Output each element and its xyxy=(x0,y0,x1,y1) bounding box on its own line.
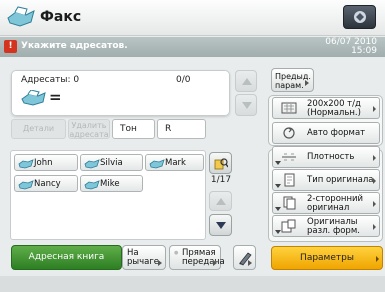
arrow-right-icon xyxy=(373,106,376,112)
previous-settings-button[interactable]: Предыд. парам. xyxy=(271,68,314,92)
contact-name: Nancy xyxy=(34,179,61,189)
fax-destination-icon xyxy=(21,90,46,106)
delete-destination-button[interactable]: Удалить адресата xyxy=(68,119,110,139)
date-time: 06/07 2010 15:09 xyxy=(325,38,377,56)
details-label: Детали xyxy=(22,124,55,133)
contact-name: Mike xyxy=(100,179,120,189)
options-button[interactable] xyxy=(233,245,256,270)
page-indicator: 1/17 xyxy=(210,175,232,185)
expand-indicator-icon xyxy=(275,230,281,234)
resolution-button[interactable]: 200x200 т/д (Нормальн.) xyxy=(272,97,380,119)
destination-scroll-down-button[interactable] xyxy=(235,94,257,116)
fax-contact-icon xyxy=(84,180,100,190)
destination-display: Адресаты: 0 0/0 = xyxy=(11,70,230,116)
arrow-right-icon xyxy=(373,201,376,207)
arrow-down-icon xyxy=(216,222,226,229)
title-bar: Факс xyxy=(0,0,385,36)
fax-icon xyxy=(7,6,35,27)
expand-indicator-icon xyxy=(275,184,281,188)
status-monitor-button[interactable] xyxy=(343,5,376,29)
different-sizes-icon xyxy=(281,219,296,233)
parameters-button[interactable]: Параметры xyxy=(271,246,383,270)
fax-contact-icon xyxy=(18,159,34,169)
arrow-up-icon xyxy=(216,198,226,205)
message-bar: ! Укажите адресатов. 06/07 2010 15:09 xyxy=(0,37,385,57)
density-button[interactable]: Плотность xyxy=(272,146,380,168)
arrow-right-icon xyxy=(248,260,252,266)
two-sided-original-button[interactable]: 2-сторонний оригинал xyxy=(272,192,380,214)
fax-contact-icon xyxy=(18,180,34,190)
arrow-right-icon xyxy=(373,224,376,230)
arrow-up-icon xyxy=(242,78,252,85)
auto-format-button[interactable]: Авто формат xyxy=(272,122,380,144)
contact-name: Mark xyxy=(165,158,186,168)
resolution-line2: (Нормальн.) xyxy=(307,108,361,118)
different-size-originals-button[interactable]: Оригиналы разл. форм. xyxy=(272,215,380,237)
density-icon xyxy=(282,153,296,161)
fax-contact-icon xyxy=(84,159,100,169)
book-search-icon xyxy=(214,158,228,170)
density-label: Плотность xyxy=(307,152,355,162)
list-scroll-down-button[interactable] xyxy=(209,214,232,236)
warning-icon: ! xyxy=(4,40,17,53)
contact-name: John xyxy=(34,158,53,168)
original-type-icon xyxy=(284,173,295,187)
arrow-right-icon xyxy=(305,80,309,86)
address-book-button[interactable]: Адресная книга xyxy=(11,245,122,270)
arrow-right-icon xyxy=(213,260,217,266)
different-sizes-line2: разл. форм. xyxy=(307,226,360,236)
time: 15:09 xyxy=(351,46,377,56)
screen: Факс ! Укажите адресатов. 06/07 2010 15:… xyxy=(0,0,385,292)
fax-contact-icon xyxy=(149,159,165,169)
equals-sign: = xyxy=(49,88,62,106)
two-sided-icon xyxy=(283,196,296,210)
address-list: John Silvia Mark Nancy Mike xyxy=(10,150,206,240)
arrow-right-icon xyxy=(373,155,376,161)
app-title: Факс xyxy=(40,9,82,25)
r-button[interactable]: R xyxy=(157,119,206,139)
arrow-right-icon xyxy=(158,260,162,266)
contact-button[interactable]: Mike xyxy=(80,175,143,192)
destination-count: 0/0 xyxy=(176,75,191,85)
arrow-down-icon xyxy=(242,102,252,109)
bottom-bar xyxy=(0,276,385,292)
destination-scroll-up-button[interactable] xyxy=(235,70,257,92)
status-monitor-icon xyxy=(354,11,366,23)
arrow-right-icon xyxy=(376,256,379,262)
contact-button[interactable]: Nancy xyxy=(14,175,78,192)
list-scroll-up-button[interactable] xyxy=(209,191,232,211)
tone-button[interactable]: Тон xyxy=(112,119,155,139)
expand-indicator-icon xyxy=(275,161,281,165)
delete-label-line1: Удалить xyxy=(71,121,107,130)
contact-button[interactable]: Mark xyxy=(145,154,204,171)
details-button[interactable]: Детали xyxy=(11,119,66,139)
expand-indicator-icon xyxy=(275,207,281,211)
on-hook-label-line2: рычаге xyxy=(127,257,160,267)
on-hook-button[interactable]: На рычаге xyxy=(122,245,166,270)
contact-button[interactable]: Silvia xyxy=(80,154,143,171)
auto-format-label: Авто формат xyxy=(307,128,366,138)
two-sided-line2: оригинал xyxy=(307,203,350,213)
contact-name: Silvia xyxy=(100,158,123,168)
delete-label-line2: адресата xyxy=(69,130,109,139)
original-type-button[interactable]: Тип оригинала xyxy=(272,169,380,191)
original-type-label: Тип оригинала xyxy=(307,175,374,185)
direct-send-label-line2: передача xyxy=(182,257,225,267)
status-message: Укажите адресатов. xyxy=(21,41,128,51)
contact-button[interactable]: John xyxy=(14,154,78,171)
destination-label: Адресаты: 0 xyxy=(21,75,80,85)
direct-send-button[interactable]: ● Прямая передача xyxy=(169,245,225,270)
resolution-icon xyxy=(281,102,297,114)
auto-format-icon xyxy=(283,127,295,139)
arrow-right-icon xyxy=(373,178,376,184)
address-book-search-button[interactable] xyxy=(209,152,232,174)
parameters-label: Параметры xyxy=(300,253,354,263)
check-indicator-icon: ● xyxy=(174,250,179,256)
